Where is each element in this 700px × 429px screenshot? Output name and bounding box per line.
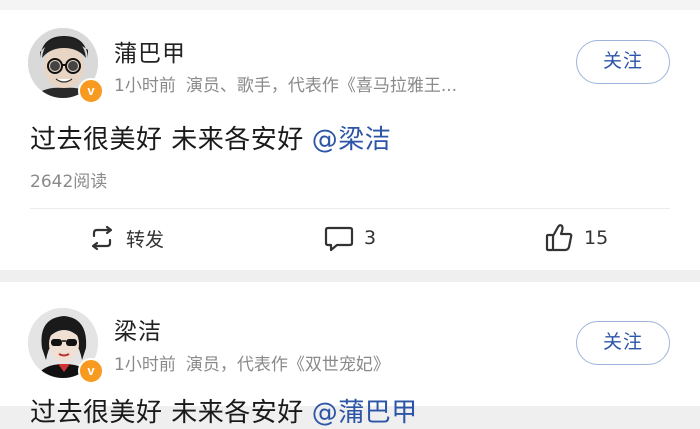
thumbs-up-icon — [544, 223, 574, 253]
user-description: 演员，代表作《双世宠妃》 — [185, 355, 390, 375]
username[interactable]: 蒲巴甲 — [114, 34, 186, 68]
post-meta: 1小时前 演员，代表作《双世宠妃》 — [114, 350, 390, 375]
repost-icon — [88, 225, 116, 251]
like-button[interactable]: 15 — [544, 218, 608, 258]
repost-button[interactable]: 转发 — [88, 218, 164, 258]
post-card: v 蒲巴甲 1小时前 演员、歌手，代表作《喜马拉雅王... 关注 过去很美好 未来… — [0, 10, 700, 270]
comment-icon — [324, 224, 354, 252]
mention-link[interactable]: @蒲巴甲 — [312, 398, 418, 428]
divider — [30, 208, 670, 209]
post-time: 1小时前 — [114, 76, 176, 96]
follow-button[interactable]: 关注 — [576, 40, 670, 84]
mention-link[interactable]: @梁洁 — [312, 125, 392, 155]
verified-badge-icon: v — [78, 358, 104, 384]
post-card: v 梁洁 1小时前 演员，代表作《双世宠妃》 关注 过去很美好 未来各安好 @蒲巴甲 — [0, 282, 700, 428]
post-meta: 1小时前 演员、歌手，代表作《喜马拉雅王... — [114, 71, 457, 96]
comment-count: 3 — [364, 227, 377, 249]
comment-button[interactable]: 3 — [324, 218, 376, 258]
user-description: 演员、歌手，代表作《喜马拉雅王... — [185, 76, 458, 96]
post-body: 过去很美好 未来各安好 — [30, 125, 304, 155]
username[interactable]: 梁洁 — [114, 312, 162, 346]
post-time: 1小时前 — [114, 355, 176, 375]
like-count: 15 — [584, 227, 609, 249]
post-body: 过去很美好 未来各安好 — [30, 398, 304, 428]
verified-badge-icon: v — [78, 78, 104, 104]
follow-button[interactable]: 关注 — [576, 321, 670, 365]
repost-label: 转发 — [126, 228, 165, 251]
read-count: 2642阅读 — [30, 172, 108, 192]
top-strip — [0, 0, 700, 10]
post-text: 过去很美好 未来各安好 @梁洁 — [30, 119, 391, 156]
post-text: 过去很美好 未来各安好 @蒲巴甲 — [30, 392, 418, 429]
